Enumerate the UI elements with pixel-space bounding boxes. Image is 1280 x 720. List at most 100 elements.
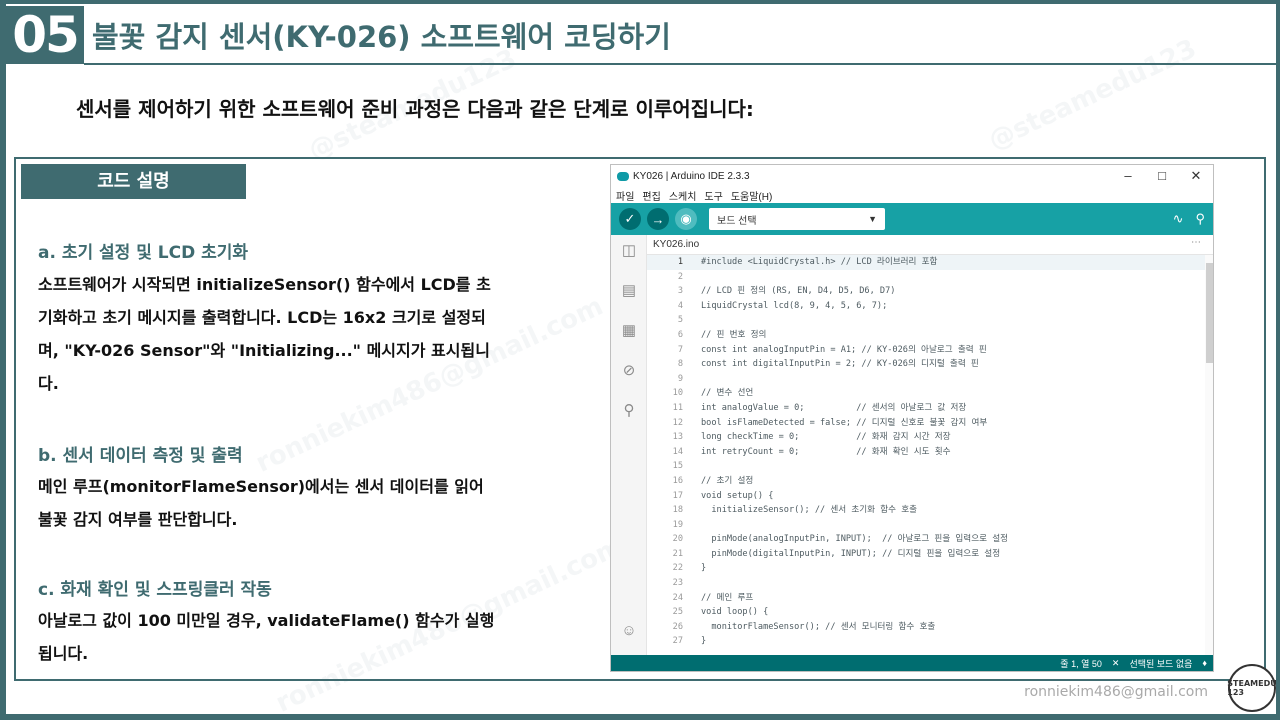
close-icon[interactable]: ✕ bbox=[1179, 168, 1213, 184]
line-number: 13 bbox=[672, 432, 683, 443]
line-number: 18 bbox=[672, 505, 683, 516]
code-editor[interactable]: 1 #include <LiquidCrystal.h> // LCD 라이브러리… bbox=[647, 255, 1205, 657]
cursor-position: 줄 1, 열 50 bbox=[1060, 658, 1102, 669]
ide-titlebar: KY026 | Arduino IDE 2.3.3 – □ ✕ bbox=[611, 165, 1213, 187]
ide-toolbar: ✓ → ◉ 보드 선택 ▼ ∿ ⚲ bbox=[611, 203, 1213, 235]
line-number: 23 bbox=[672, 578, 683, 589]
code-line: 16 // 초기 설정 bbox=[647, 474, 1205, 489]
code-text: pinMode(analogInputPin, INPUT); // 아날로그 … bbox=[701, 534, 1009, 545]
code-text: initializeSensor(); // 센서 초기화 함수 호출 bbox=[701, 505, 918, 516]
line-number: 25 bbox=[672, 607, 683, 618]
line-number: 2 bbox=[677, 271, 683, 282]
line-number: 26 bbox=[672, 621, 683, 632]
frame-right bbox=[1276, 0, 1280, 720]
line-number: 5 bbox=[677, 315, 683, 326]
arduino-logo-icon bbox=[617, 171, 629, 181]
code-line: 5 bbox=[647, 313, 1205, 328]
line-number: 14 bbox=[672, 446, 683, 457]
menu-item-edit[interactable]: 편집 bbox=[642, 188, 660, 203]
footer-email: ronniekim486@gmail.com bbox=[1024, 684, 1208, 700]
line-number: 17 bbox=[672, 490, 683, 501]
search-icon[interactable]: ⚲ bbox=[619, 401, 639, 421]
line-number: 10 bbox=[672, 388, 683, 399]
code-line: 15 bbox=[647, 459, 1205, 474]
menu-item-sketch[interactable]: 스케치 bbox=[669, 188, 697, 203]
verify-icon[interactable]: ✓ bbox=[619, 208, 641, 230]
menu-item-tools[interactable]: 도구 bbox=[704, 188, 722, 203]
menu-item-file[interactable]: 파일 bbox=[616, 188, 634, 203]
code-text: } bbox=[701, 636, 707, 647]
debug-icon[interactable]: ◉ bbox=[675, 208, 697, 230]
debug-side-icon[interactable]: ⊘ bbox=[619, 361, 639, 381]
bell-icon[interactable]: ♦ bbox=[1202, 658, 1207, 668]
code-line: 21 pinMode(digitalInputPin, INPUT); // 디… bbox=[647, 547, 1205, 562]
code-line: 8 const int digitalInputPin = 2; // KY-02… bbox=[647, 357, 1205, 372]
steamedu-logo: STEAMEDU 123 bbox=[1227, 664, 1277, 712]
code-line: 4 LiquidCrystal lcd(8, 9, 4, 5, 6, 7); bbox=[647, 299, 1205, 314]
serial-monitor-icon[interactable]: ⚲ bbox=[1195, 211, 1205, 227]
board-select[interactable]: 보드 선택 ▼ bbox=[709, 208, 885, 230]
code-line: 3 // LCD 핀 정의 (RS, EN, D4, D5, D6, D7) bbox=[647, 284, 1205, 299]
code-line: 19 bbox=[647, 518, 1205, 533]
code-line: 17 void setup() { bbox=[647, 489, 1205, 504]
section-heading-b: b. 센서 데이터 측정 및 출력 bbox=[38, 446, 243, 466]
serial-plotter-icon[interactable]: ∿ bbox=[1173, 211, 1184, 227]
line-number: 24 bbox=[672, 592, 683, 603]
ide-tabbar: KY026.ino ⋯ bbox=[647, 235, 1213, 255]
upload-icon[interactable]: → bbox=[647, 208, 669, 230]
line-number: 27 bbox=[672, 636, 683, 647]
code-line: 20 pinMode(analogInputPin, INPUT); // 아날… bbox=[647, 532, 1205, 547]
code-line: 6 // 핀 번호 정의 bbox=[647, 328, 1205, 343]
more-icon[interactable]: ⋯ bbox=[1191, 237, 1201, 248]
code-line: 13 long checkTime = 0; // 화재 감지 시간 저장 bbox=[647, 430, 1205, 445]
code-text: #include <LiquidCrystal.h> // LCD 라이브러리 … bbox=[701, 257, 938, 267]
board-manager-icon[interactable]: ▤ bbox=[619, 281, 639, 301]
maximize-icon[interactable]: □ bbox=[1145, 168, 1179, 184]
line-number: 7 bbox=[677, 344, 683, 355]
section-body-a: 소프트웨어가 시작되면 initializeSensor() 함수에서 LCD를… bbox=[38, 275, 491, 393]
code-text: int retryCount = 0; // 화재 확인 시도 횟수 bbox=[701, 446, 951, 457]
code-line: 2 bbox=[647, 270, 1205, 285]
code-line: 26 monitorFlameSensor(); // 센서 모니터링 함수 호… bbox=[647, 620, 1205, 635]
code-line: 12 bool isFlameDetected = false; // 디지털 신… bbox=[647, 416, 1205, 431]
section-body-c: 아날로그 값이 100 미만일 경우, validateFlame() 함수가 … bbox=[38, 611, 495, 663]
folder-icon[interactable]: ◫ bbox=[619, 241, 639, 261]
line-number: 4 bbox=[677, 300, 683, 311]
code-text: pinMode(digitalInputPin, INPUT); // 디지털 … bbox=[701, 548, 1001, 559]
code-text: LiquidCrystal lcd(8, 9, 4, 5, 6, 7); bbox=[701, 300, 888, 311]
library-icon[interactable]: ▦ bbox=[619, 321, 639, 341]
line-number: 16 bbox=[672, 475, 683, 486]
account-icon[interactable]: ☺ bbox=[619, 621, 639, 641]
editor-scrollbar[interactable] bbox=[1205, 255, 1213, 657]
section-body-b: 메인 루프(monitorFlameSensor)에서는 센서 데이터를 읽어 … bbox=[38, 477, 484, 529]
code-line: 27} bbox=[647, 634, 1205, 649]
code-line: 11 int analogValue = 0; // 센서의 아날로그 값 저장 bbox=[647, 401, 1205, 416]
code-text: // 변수 선언 bbox=[701, 388, 754, 399]
line-number: 9 bbox=[677, 373, 683, 384]
code-text: long checkTime = 0; // 화재 감지 시간 저장 bbox=[701, 432, 951, 443]
code-text: bool isFlameDetected = false; // 디지털 신호로… bbox=[701, 417, 988, 428]
code-line: 9 bbox=[647, 372, 1205, 387]
minimize-icon[interactable]: – bbox=[1111, 168, 1145, 184]
tab-ky026[interactable]: KY026.ino bbox=[653, 239, 699, 250]
line-number: 19 bbox=[672, 519, 683, 530]
code-text: // 메인 루프 bbox=[701, 592, 754, 603]
code-line: 10 // 변수 선언 bbox=[647, 386, 1205, 401]
scrollbar-thumb[interactable] bbox=[1206, 263, 1213, 363]
code-description-tag: 코드 설명 bbox=[21, 164, 246, 199]
line-number: 11 bbox=[672, 402, 683, 413]
line-number: 6 bbox=[677, 329, 683, 340]
logo-text: STEAMEDU 123 bbox=[1227, 679, 1277, 697]
code-text: const int analogInputPin = A1; // KY-026… bbox=[701, 344, 987, 355]
menu-item-help[interactable]: 도움말(H) bbox=[731, 188, 772, 203]
section-heading-a: a. 초기 설정 및 LCD 초기화 bbox=[38, 243, 249, 263]
code-text: void setup() { bbox=[701, 490, 774, 501]
ide-menubar: 파일 편집 스케치 도구 도움말(H) bbox=[611, 187, 1213, 203]
code-text: // 핀 번호 정의 bbox=[701, 329, 767, 340]
frame-bottom bbox=[0, 714, 1280, 720]
